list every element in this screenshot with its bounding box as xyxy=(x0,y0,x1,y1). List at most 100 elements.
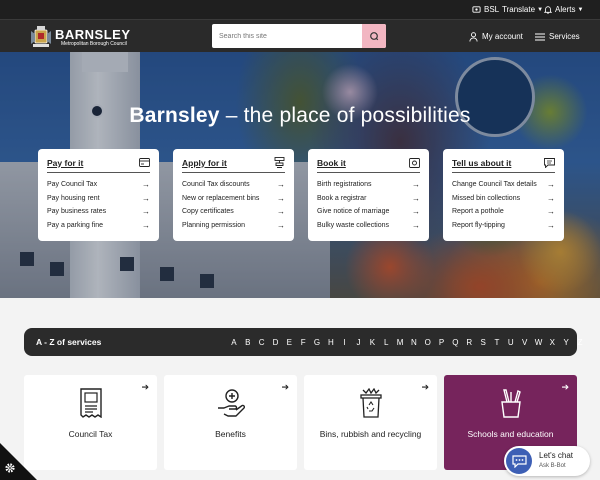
a-z-letter[interactable]: L xyxy=(379,338,393,347)
a-z-letter[interactable]: G xyxy=(310,338,324,347)
quick-link[interactable]: Pay housing rent → xyxy=(47,192,150,206)
arrow-right-icon: → xyxy=(142,193,150,203)
chat-icon xyxy=(506,448,532,474)
quick-card-pay: Pay for it Pay Council Tax → Pay housing … xyxy=(38,149,159,241)
quick-link[interactable]: Report a pothole → xyxy=(452,205,555,219)
arrow-right-icon: → xyxy=(277,221,285,231)
a-z-letter[interactable]: N xyxy=(407,338,421,347)
hero-heading: Barnsley – the place of possibilities xyxy=(129,104,471,127)
card-title-tell-us[interactable]: Tell us about it xyxy=(452,158,511,168)
a-z-letter[interactable]: X xyxy=(545,338,559,347)
a-z-letter[interactable]: I xyxy=(338,338,352,347)
a-z-letter[interactable]: Z xyxy=(573,338,587,347)
arrow-right-icon: ➔ xyxy=(421,382,429,392)
a-z-letter[interactable]: B xyxy=(241,338,255,347)
a-z-letter[interactable]: K xyxy=(365,338,379,347)
search-input[interactable] xyxy=(212,24,362,48)
hand-plus-icon xyxy=(217,389,245,417)
arrow-right-icon: → xyxy=(412,193,420,203)
arrow-right-icon: → xyxy=(142,207,150,217)
a-z-letter[interactable]: M xyxy=(393,338,407,347)
a-z-letter[interactable]: Q xyxy=(449,338,463,347)
service-tile-label: Council Tax xyxy=(68,429,113,439)
barnsley-logo[interactable]: BARNSLEY Metropolitan Borough Council xyxy=(30,25,131,49)
quick-link[interactable]: Council Tax discounts → xyxy=(182,178,285,192)
quick-link[interactable]: Bulky waste collections → xyxy=(317,219,420,233)
service-tile-label: Schools and education xyxy=(467,429,554,439)
a-z-letter[interactable]: H xyxy=(324,338,338,347)
arrow-right-icon: → xyxy=(277,180,285,190)
my-account-link[interactable]: My account xyxy=(469,20,523,53)
arrow-right-icon: → xyxy=(547,180,555,190)
chevron-down-icon: ▼ xyxy=(537,6,544,13)
quick-link[interactable]: Copy certificates → xyxy=(182,205,285,219)
bsl-link[interactable]: BSL xyxy=(472,0,499,19)
arrow-right-icon: ➔ xyxy=(141,382,149,392)
quick-card-tell-us: Tell us about it Change Council Tax deta… xyxy=(443,149,564,241)
a-z-letter[interactable]: A xyxy=(227,338,241,347)
quick-link[interactable]: Book a registrar → xyxy=(317,192,420,206)
chat-title: Let's chat xyxy=(539,451,573,460)
arrow-right-icon: → xyxy=(412,221,420,231)
calendar-icon xyxy=(409,158,420,168)
alerts-label: Alerts xyxy=(555,5,576,14)
a-z-letter[interactable]: C xyxy=(255,338,269,347)
arrow-right-icon: → xyxy=(547,193,555,203)
payment-card-icon xyxy=(139,158,150,167)
a-z-letter[interactable]: P xyxy=(435,338,449,347)
arrow-right-icon: → xyxy=(412,180,420,190)
a-z-letter[interactable]: U xyxy=(504,338,518,347)
card-title-apply[interactable]: Apply for it xyxy=(182,158,227,168)
quick-link[interactable]: Pay business rates → xyxy=(47,205,150,219)
service-tile-council-tax[interactable]: ➔ Council Tax xyxy=(24,375,157,470)
quick-link[interactable]: New or replacement bins → xyxy=(182,192,285,206)
a-z-letter[interactable]: O xyxy=(421,338,435,347)
stamp-icon xyxy=(274,157,285,168)
a-z-letter[interactable]: S xyxy=(476,338,490,347)
brand-subtitle: Metropolitan Borough Council xyxy=(61,40,127,47)
quick-link[interactable]: Missed bin collections → xyxy=(452,192,555,206)
services-label: Services xyxy=(549,32,580,41)
quick-link[interactable]: Birth registrations → xyxy=(317,178,420,192)
hamburger-menu-icon xyxy=(535,33,545,40)
a-z-letter[interactable]: W xyxy=(532,338,546,347)
card-title-book[interactable]: Book it xyxy=(317,158,346,168)
site-search xyxy=(212,24,386,48)
my-account-label: My account xyxy=(482,32,523,41)
a-z-services-bar: A - Z of services A B C D E F G H I J K … xyxy=(24,328,582,356)
a-z-letter[interactable]: F xyxy=(296,338,310,347)
search-button[interactable] xyxy=(362,24,386,48)
card-title-pay[interactable]: Pay for it xyxy=(47,158,83,168)
services-menu-button[interactable]: Services xyxy=(535,20,580,53)
gear-icon xyxy=(5,463,15,473)
quick-link[interactable]: Pay Council Tax → xyxy=(47,178,150,192)
bsl-label: BSL xyxy=(484,5,500,14)
quick-card-apply: Apply for it Council Tax discounts → New … xyxy=(173,149,294,241)
a-z-letter[interactable]: J xyxy=(352,338,366,347)
a-z-letter[interactable]: Y xyxy=(559,338,573,347)
arrow-right-icon: → xyxy=(277,207,285,217)
quick-link[interactable]: Give notice of marriage → xyxy=(317,205,420,219)
council-crest-icon xyxy=(31,26,51,47)
alerts-menu[interactable]: Alerts ▼ xyxy=(544,0,583,19)
user-icon xyxy=(469,31,478,42)
a-z-letter[interactable]: T xyxy=(490,338,504,347)
a-z-letter[interactable]: R xyxy=(462,338,476,347)
quick-link[interactable]: Report fly-tipping → xyxy=(452,219,555,233)
a-z-letter[interactable]: E xyxy=(282,338,296,347)
service-tile-benefits[interactable]: ➔ Benefits xyxy=(164,375,297,470)
quick-link[interactable]: Change Council Tax details → xyxy=(452,178,555,192)
hero-banner: Barnsley – the place of possibilities Pa… xyxy=(0,52,600,298)
arrow-right-icon: → xyxy=(547,221,555,231)
translate-menu[interactable]: Translate ▼ xyxy=(502,0,543,19)
quick-link[interactable]: Pay a parking fine → xyxy=(47,219,150,233)
chat-widget[interactable]: Let's chat Ask B-Bot xyxy=(504,446,590,476)
chat-subtitle: Ask B-Bot xyxy=(539,463,566,469)
quick-link[interactable]: Planning permission → xyxy=(182,219,285,233)
service-tile-label: Bins, rubbish and recycling xyxy=(319,429,422,439)
service-tile-bins[interactable]: ➔ Bins, rubbish and recycling xyxy=(304,375,437,470)
sign-language-icon xyxy=(472,6,481,13)
a-z-letters: A B C D E F G H I J K L M N O P Q R S T … xyxy=(227,328,587,356)
a-z-letter[interactable]: D xyxy=(269,338,283,347)
a-z-letter[interactable]: V xyxy=(518,338,532,347)
